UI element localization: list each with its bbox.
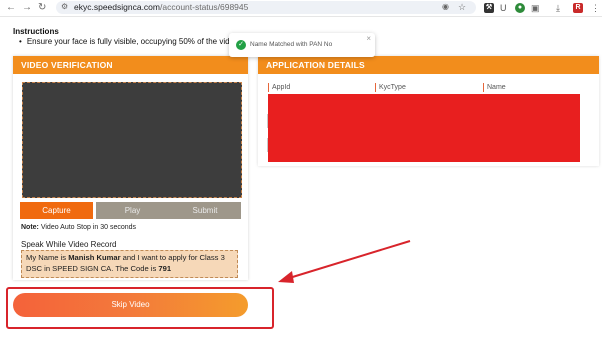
video-preview [22, 82, 242, 198]
note-label: Note: [21, 224, 39, 231]
skip-video-button[interactable]: Skip Video [13, 293, 248, 317]
speak-code: 791 [158, 264, 172, 273]
note-text: Video Auto Stop in 30 seconds [38, 224, 137, 231]
play-button[interactable]: Play [96, 202, 169, 219]
url-host: ekyc.speedsignca.com [74, 2, 160, 12]
site-info-icon[interactable]: ⚙ [61, 1, 68, 13]
toast-notification: ✓ Name Matched with PAN No × [229, 33, 375, 57]
extension-icon[interactable]: ⚒ [484, 3, 494, 13]
extension-u-icon[interactable]: U [500, 2, 507, 14]
speak-script: My Name is Manish Kumar and I want to ap… [21, 250, 238, 278]
application-details-title: APPLICATION DETAILS [258, 56, 599, 74]
redacted-table-body [268, 94, 580, 162]
bookmark-star-icon[interactable]: ☆ [458, 1, 466, 13]
speak-title: Speak While Video Record [21, 240, 117, 249]
toast-message: Name Matched with PAN No [250, 41, 333, 48]
video-note: Note: Video Auto Stop in 30 seconds [21, 224, 136, 231]
instruction-item: Ensure your face is fully visible, occup… [19, 37, 234, 46]
address-bar[interactable]: ⚙ ekyc.speedsignca.com/account-status/69… [56, 1, 476, 14]
menu-dots-icon[interactable]: ⋮ [591, 2, 600, 14]
speak-name: Manish Kumar [68, 253, 121, 262]
video-verification-card: VIDEO VERIFICATION Capture Play Submit N… [13, 56, 248, 280]
extension-green-icon[interactable]: ● [515, 3, 525, 13]
column-appid: AppId [268, 83, 290, 92]
extensions-puzzle-icon[interactable]: ▣ [531, 2, 540, 14]
url-text: ekyc.speedsignca.com/account-status/6989… [74, 2, 248, 13]
column-kyctype: KycType [375, 83, 406, 92]
close-icon[interactable]: × [366, 34, 371, 43]
column-name: Name [483, 83, 506, 92]
back-icon[interactable]: ← [6, 2, 16, 14]
instructions-title: Instructions [13, 27, 59, 36]
speak-prefix: My Name is [26, 253, 69, 262]
download-icon[interactable]: ⤓ [556, 2, 560, 14]
key-icon[interactable]: ◉ [442, 1, 449, 13]
video-verification-title: VIDEO VERIFICATION [13, 56, 248, 74]
application-details-card: APPLICATION DETAILS AppId KycType Name [258, 56, 599, 166]
profile-avatar-icon[interactable]: R [573, 3, 583, 13]
forward-icon[interactable]: → [22, 2, 32, 14]
reload-icon[interactable]: ↻ [38, 2, 46, 14]
annotation-arrow [278, 240, 411, 283]
capture-button[interactable]: Capture [20, 202, 93, 219]
browser-toolbar: ← → ↻ ⚙ ekyc.speedsignca.com/account-sta… [0, 0, 602, 17]
submit-button[interactable]: Submit [169, 202, 241, 219]
check-icon: ✓ [236, 40, 246, 50]
url-path: /account-status/698945 [160, 2, 249, 12]
